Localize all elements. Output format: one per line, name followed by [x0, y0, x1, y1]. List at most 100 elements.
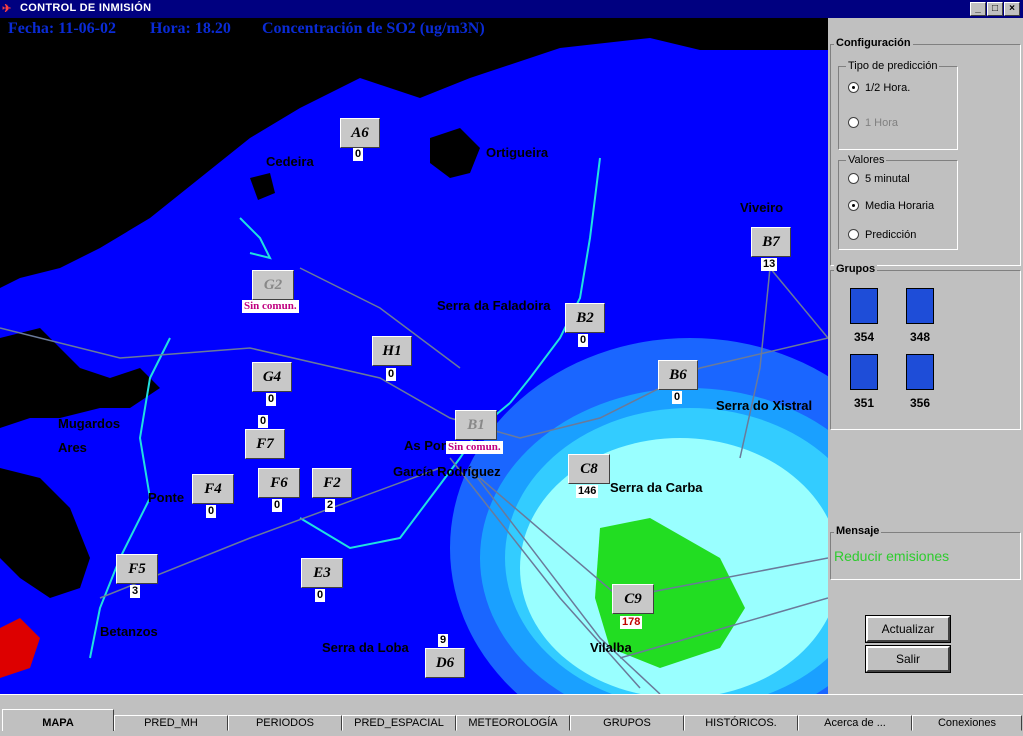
group-351: 351: [853, 396, 875, 410]
minimize-button[interactable]: _: [970, 2, 986, 16]
place-carino: Cariño: [424, 58, 466, 73]
title-bar: ✈ CONTROL DE INMISIÓN _ □ ×: [0, 0, 1023, 18]
tab-pred-espacial[interactable]: PRED_ESPACIAL: [342, 715, 456, 731]
radio-dot-icon: [848, 200, 859, 211]
station-c8[interactable]: C8: [568, 454, 610, 484]
radio-half-hour[interactable]: 1/2 Hora.: [848, 82, 910, 94]
place-carba: Serra da Carba: [610, 480, 703, 495]
place-cedeira: Cedeira: [266, 154, 314, 169]
power-plant-icon[interactable]: [850, 288, 878, 324]
time-label: Hora: 18.20: [150, 20, 231, 37]
app-window: ✈ CONTROL DE INMISIÓN _ □ × Fecha: 11-06…: [0, 0, 1023, 735]
station-f4-value: 0: [206, 505, 217, 518]
tab-meteorologia[interactable]: METEOROLOGÍA: [456, 715, 570, 731]
groups-title: Grupos: [834, 263, 878, 275]
station-b2[interactable]: B2: [565, 303, 605, 333]
power-plant-icon[interactable]: [906, 288, 934, 324]
station-g2[interactable]: G2: [252, 270, 294, 300]
place-vilalba: Vilalba: [590, 640, 632, 655]
message-text: Reducir emisiones: [834, 548, 950, 564]
maximize-button[interactable]: □: [987, 2, 1003, 16]
tab-grupos[interactable]: GRUPOS: [570, 715, 684, 731]
station-h1-value: 0: [386, 368, 397, 381]
message-title: Mensaje: [834, 525, 882, 537]
radio-dot-icon: [848, 82, 859, 93]
radio-dot-icon: [848, 229, 859, 240]
config-title: Configuración: [834, 37, 913, 49]
station-a6-value: 0: [353, 148, 364, 161]
station-e3-value: 0: [315, 589, 326, 602]
station-e3[interactable]: E3: [301, 558, 343, 588]
group-348: 348: [909, 330, 931, 344]
station-f7[interactable]: F7: [245, 429, 285, 459]
tab-mapa[interactable]: MAPA: [2, 709, 114, 731]
tab-bar: MAPA PRED_MH PERIODOS PRED_ESPACIAL METE…: [0, 694, 1023, 735]
station-c9[interactable]: C9: [612, 584, 654, 614]
place-ortigueira: Ortigueira: [486, 145, 549, 160]
place-viveiro: Viveiro: [740, 200, 784, 215]
tab-pred-mh[interactable]: PRED_MH: [114, 715, 228, 731]
station-c8-value: 146: [576, 485, 599, 498]
radio-5-minutal[interactable]: 5 minutal: [848, 173, 910, 185]
station-d6[interactable]: D6: [425, 648, 465, 678]
place-garcia: García Rodríguez: [393, 464, 501, 479]
station-g4[interactable]: G4: [252, 362, 292, 392]
station-d6-value: 9: [438, 634, 449, 647]
power-plant-icon[interactable]: [850, 354, 878, 390]
power-plant-icon[interactable]: [906, 354, 934, 390]
station-f6[interactable]: F6: [258, 468, 300, 498]
place-mugardos: Mugardos: [58, 416, 121, 431]
radio-prediccion[interactable]: Predicción: [848, 229, 916, 241]
station-c9-value: 178: [620, 616, 643, 629]
radio-dot-icon: [848, 173, 859, 184]
place-ares: Ares: [58, 440, 87, 455]
tab-conexiones[interactable]: Conexiones: [912, 715, 1022, 731]
station-f5-value: 3: [130, 585, 141, 598]
station-f4[interactable]: F4: [192, 474, 234, 504]
station-b1-value: Sin comun.: [446, 441, 503, 454]
tab-historicos[interactable]: HISTÓRICOS.: [684, 715, 798, 731]
station-f6-value: 0: [272, 499, 283, 512]
tab-acerca[interactable]: Acerca de ...: [798, 715, 912, 731]
date-label: Fecha: 11-06-02: [8, 20, 116, 37]
station-f2[interactable]: F2: [312, 468, 352, 498]
info-bar: Fecha: 11-06-02 Hora: 18.20 Concentració…: [0, 18, 828, 38]
place-betanzos: Betanzos: [100, 624, 158, 639]
station-g2-value: Sin comun.: [242, 300, 299, 313]
map-graphic: [0, 38, 828, 694]
concentration-map[interactable]: Cariño Cedeira Ortigueira Viveiro Serra …: [0, 38, 828, 694]
exit-button[interactable]: Salir: [865, 645, 951, 673]
group-354: 354: [853, 330, 875, 344]
station-b7-value: 13: [761, 258, 778, 271]
place-pontedeume: Ponte: [148, 490, 185, 505]
station-a6[interactable]: A6: [340, 118, 380, 148]
station-f5[interactable]: F5: [116, 554, 158, 584]
station-h1[interactable]: H1: [372, 336, 412, 366]
values-title: Valores: [846, 154, 887, 166]
radio-media-horaria[interactable]: Media Horaria: [848, 200, 934, 212]
group-356: 356: [909, 396, 931, 410]
radio-dot-icon: [848, 117, 859, 128]
close-button[interactable]: ×: [1004, 2, 1020, 16]
station-f7-value: 0: [258, 415, 269, 428]
radio-one-hour[interactable]: 1 Hora: [848, 117, 898, 129]
place-faladoira: Serra da Faladoira: [437, 298, 551, 313]
prediction-type-group: [838, 66, 958, 150]
update-button[interactable]: Actualizar: [865, 615, 951, 643]
control-panel: Configuración Tipo de predicción 1/2 Hor…: [828, 36, 1023, 694]
place-ferrol: Ferrol: [74, 378, 111, 393]
station-b1[interactable]: B1: [455, 410, 497, 440]
prediction-type-title: Tipo de predicción: [846, 60, 940, 72]
concentration-label: Concentración de SO2 (ug/m3N): [262, 20, 485, 37]
tab-periodos[interactable]: PERIODOS: [228, 715, 342, 731]
station-b2-value: 0: [578, 334, 589, 347]
station-b6-value: 0: [672, 391, 683, 404]
place-xistral: Serra do Xistral: [716, 398, 813, 413]
station-g4-value: 0: [266, 393, 277, 406]
place-sada: Sada: [10, 518, 42, 533]
place-lona: Serra da Loba: [322, 640, 409, 655]
app-icon: ✈: [2, 3, 12, 15]
station-f2-value: 2: [325, 499, 336, 512]
station-b7[interactable]: B7: [751, 227, 791, 257]
station-b6[interactable]: B6: [658, 360, 698, 390]
